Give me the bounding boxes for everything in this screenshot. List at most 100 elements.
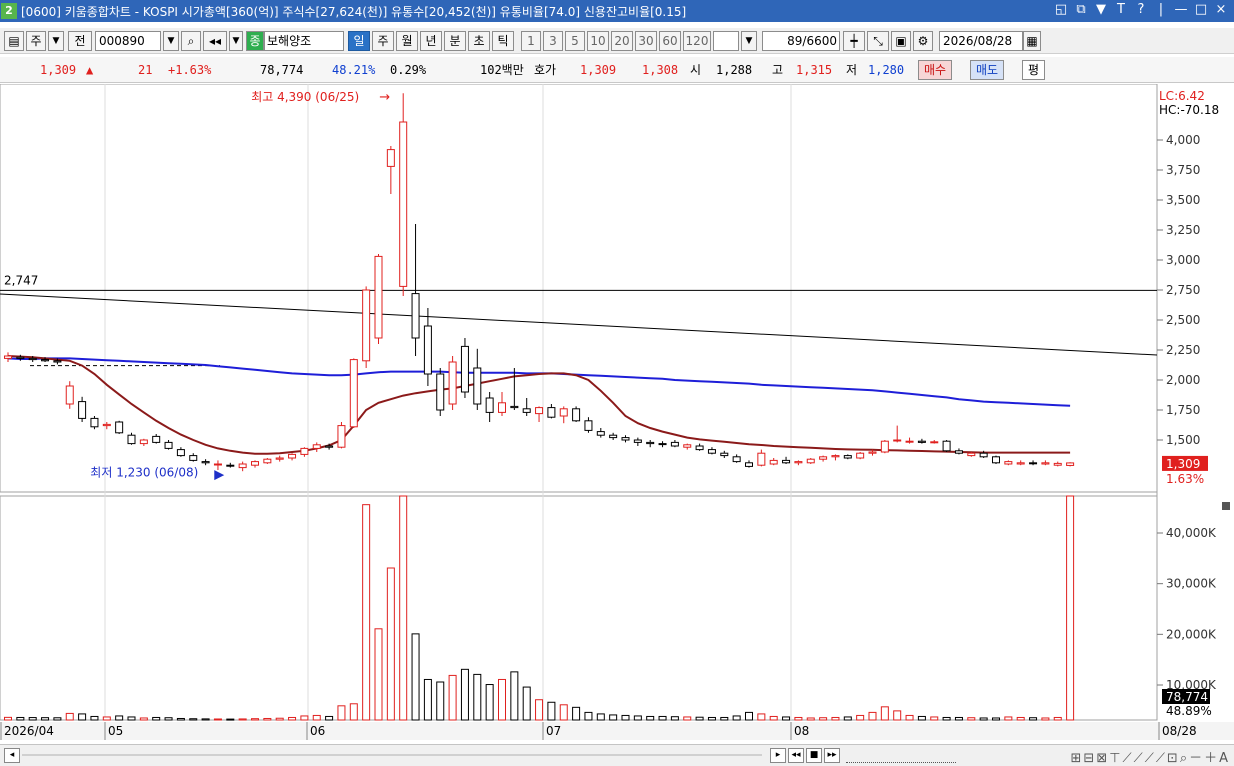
volume-bar xyxy=(917,715,926,721)
pane-close-icon[interactable] xyxy=(1222,502,1230,510)
link-icon[interactable]: ⧉ xyxy=(1074,2,1088,17)
interval-5[interactable]: 5 xyxy=(565,31,585,51)
candle-body xyxy=(584,420,593,431)
volume-bar xyxy=(547,701,556,721)
stock-badge: 종 xyxy=(246,31,264,51)
candle-body xyxy=(707,449,716,454)
candle-body xyxy=(362,289,371,362)
candle-body xyxy=(868,451,877,454)
volume-bar xyxy=(658,715,667,721)
scroll-left-icon[interactable]: ◂ xyxy=(4,748,20,763)
interval-1[interactable]: 1 xyxy=(521,31,541,51)
candle-body xyxy=(460,345,469,393)
date-tick-label: 07 xyxy=(546,724,561,738)
stock-name[interactable]: 보해양조 xyxy=(264,31,344,51)
volume-bar xyxy=(189,718,198,721)
volume-bar xyxy=(1066,495,1075,721)
volume-bar xyxy=(769,715,778,721)
high-label: 고 xyxy=(772,63,784,77)
play-icon[interactable]: ▸ xyxy=(770,748,786,763)
candle-body xyxy=(732,456,741,463)
font-icon[interactable]: T xyxy=(1114,2,1128,17)
date-tick-label: 05 xyxy=(108,724,123,738)
zoom-slider[interactable] xyxy=(846,749,956,763)
window-title: [0600] 키움종합차트 - KOSPI 시가총액[360(억)] 주식수[2… xyxy=(21,4,687,19)
gear-icon[interactable]: ⚙ xyxy=(913,31,933,51)
period-second-tab[interactable]: 초 xyxy=(468,31,490,51)
interval-custom-input[interactable] xyxy=(713,31,739,51)
price-tick-label: 2,000 xyxy=(1166,373,1200,387)
volume-bar xyxy=(707,716,716,721)
sound-icon[interactable]: ◂◂ xyxy=(203,31,227,51)
candle-body xyxy=(510,405,519,409)
volume-bar xyxy=(213,718,222,721)
save-icon[interactable]: ▣ xyxy=(891,31,911,51)
close-icon[interactable]: × xyxy=(1214,2,1228,17)
stock-code-input[interactable]: 000890 xyxy=(95,31,161,51)
sell-button[interactable]: 매도 xyxy=(970,60,1005,80)
trendline-icon[interactable]: ⤡ xyxy=(867,31,889,51)
volume-bar xyxy=(806,717,815,721)
period-day-tab[interactable]: 일 xyxy=(348,31,370,51)
volume-bar xyxy=(448,674,457,721)
volume-bar xyxy=(535,699,544,721)
volume-bar xyxy=(1004,716,1013,721)
help-icon[interactable]: ? xyxy=(1134,2,1148,17)
layout-icon[interactable]: ▤ xyxy=(4,31,24,51)
interval-3[interactable]: 3 xyxy=(543,31,563,51)
volume-tick-label: 30,000K xyxy=(1166,577,1217,591)
search-icon[interactable]: ⌕ xyxy=(181,31,201,51)
all-button[interactable]: 전 xyxy=(68,31,92,51)
period-month-tab[interactable]: 월 xyxy=(396,31,418,51)
volume-bar xyxy=(621,714,630,721)
market-dropdown-icon[interactable]: ▼ xyxy=(48,31,64,51)
candle-body xyxy=(288,453,297,459)
high-annotation: 최고 4,390 (06/25) xyxy=(251,90,359,104)
pin-icon[interactable]: ▼ xyxy=(1094,2,1108,17)
price-volume-chart[interactable]: 2,747 최고 4,390 (06/25) → 최저 1,230 (06/08… xyxy=(0,84,1234,744)
price-tick-label: 3,750 xyxy=(1166,163,1200,177)
interval-120[interactable]: 120 xyxy=(683,31,711,51)
volume-bar xyxy=(757,713,766,721)
low-price: 1,280 xyxy=(868,63,905,77)
bar-count-field[interactable]: 89/6600 xyxy=(762,31,840,51)
period-year-tab[interactable]: 년 xyxy=(420,31,442,51)
restore-icon[interactable]: ◱ xyxy=(1054,2,1068,17)
eval-button[interactable]: 평 xyxy=(1022,60,1046,80)
interval-20[interactable]: 20 xyxy=(611,31,633,51)
period-week-tab[interactable]: 주 xyxy=(372,31,394,51)
rewind-icon[interactable]: ◂◂ xyxy=(788,748,804,763)
market-select[interactable]: 주 xyxy=(26,31,46,51)
maximize-icon[interactable]: □ xyxy=(1194,2,1208,17)
interval-10[interactable]: 10 xyxy=(587,31,609,51)
volume-bar xyxy=(954,716,963,721)
code-dropdown-icon[interactable]: ▼ xyxy=(163,31,179,51)
date-input[interactable]: 2026/08/28 xyxy=(939,31,1023,51)
forward-icon[interactable]: ▸▸ xyxy=(824,748,840,763)
candle-body xyxy=(349,359,358,428)
volume-bar xyxy=(819,717,828,721)
interval-dropdown-icon[interactable]: ▼ xyxy=(741,31,757,51)
period-tick-tab[interactable]: 틱 xyxy=(492,31,514,51)
candle-body xyxy=(90,417,99,428)
period-minute-tab[interactable]: 분 xyxy=(444,31,466,51)
volume-bar xyxy=(992,717,1000,721)
sound-dropdown-icon[interactable]: ▼ xyxy=(229,31,243,51)
buy-button[interactable]: 매수 xyxy=(918,60,953,80)
volume-bar xyxy=(300,715,309,721)
calendar-icon[interactable]: ▦ xyxy=(1023,31,1041,51)
minimize-icon[interactable]: — xyxy=(1174,2,1188,17)
candle-type-icon[interactable]: ┿ xyxy=(843,31,865,51)
candle-body xyxy=(325,445,334,448)
interval-30[interactable]: 30 xyxy=(635,31,657,51)
price-tick-label: 3,000 xyxy=(1166,253,1200,267)
interval-60[interactable]: 60 xyxy=(659,31,681,51)
stop-icon[interactable]: ■ xyxy=(806,748,822,763)
drawing-tools[interactable]: ⊞⊟⊠⊤⟋⟋⟋⟋⊡⌕－＋A xyxy=(1071,747,1230,766)
candle-body xyxy=(646,441,655,445)
volume-bar xyxy=(880,706,889,721)
scrollbar-track[interactable] xyxy=(22,754,762,756)
volume-bar xyxy=(78,713,87,721)
candle-body xyxy=(102,423,111,427)
candle-body xyxy=(473,367,482,405)
